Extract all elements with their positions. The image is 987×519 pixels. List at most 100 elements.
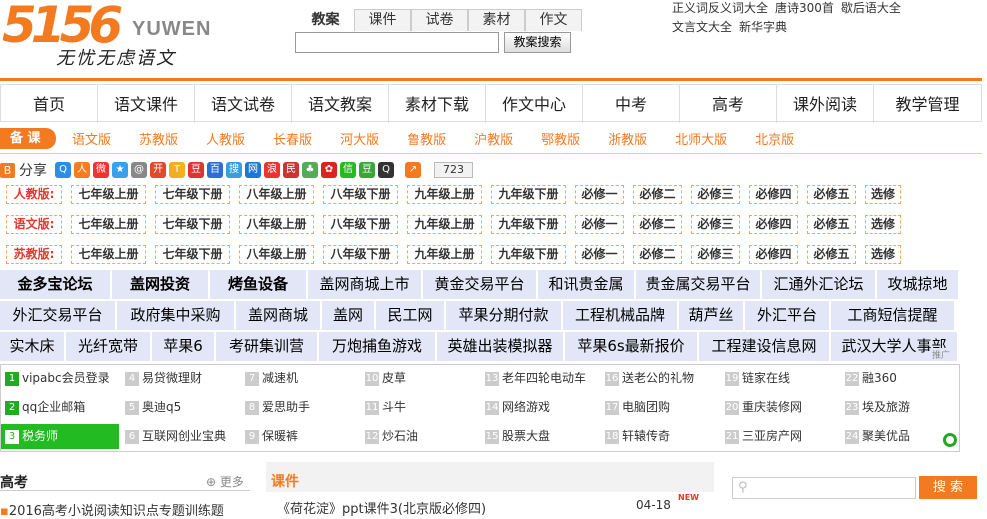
ad-link[interactable]: 工程建设信息网 — [699, 332, 831, 361]
wechat-icon[interactable]: 信 — [340, 162, 356, 178]
nav-item[interactable]: 语文教案 — [292, 85, 389, 123]
top-link[interactable]: 文言文大全 — [672, 20, 732, 34]
grade-link[interactable]: 必修二 — [633, 184, 682, 204]
grade-link[interactable]: 必修五 — [807, 244, 856, 264]
grade-link[interactable]: 九年级上册 — [407, 214, 482, 234]
grid-item[interactable]: 14 网络游戏 — [481, 395, 599, 420]
grade-link[interactable]: 选修 — [865, 244, 901, 264]
grid-item[interactable]: 20 重庆装修网 — [721, 395, 839, 420]
ad-link[interactable]: 万炮捕鱼游戏 — [319, 332, 437, 361]
doc-icon[interactable]: 豆 — [359, 162, 375, 178]
nav-item[interactable]: 素材下载 — [389, 85, 486, 123]
nav-item[interactable]: 中考 — [583, 85, 680, 123]
bottom-search-button[interactable]: 搜 索 — [919, 476, 977, 499]
ad-link[interactable]: 苹果分期付款 — [446, 301, 563, 330]
grid-item[interactable]: 15 股票大盘 — [481, 424, 599, 449]
ad-link[interactable]: 盖网投资 — [112, 270, 210, 299]
ad-link[interactable]: 和讯贵金属 — [538, 270, 636, 299]
search-button[interactable]: 教案搜索 — [504, 32, 571, 53]
qzone-icon[interactable]: Q — [55, 162, 71, 178]
edition-link[interactable]: 苏教版 — [139, 129, 178, 148]
grade-link[interactable]: 必修一 — [575, 244, 624, 264]
ad-link[interactable]: 实木床 — [0, 332, 66, 361]
ad-link[interactable]: 政府集中采购 — [117, 301, 236, 330]
nav-item[interactable]: 首页 — [1, 85, 98, 123]
top-link[interactable]: 歇后语大全 — [841, 1, 901, 15]
edition-link[interactable]: 鄂教版 — [541, 129, 580, 148]
grade-link[interactable]: 九年级下册 — [491, 184, 566, 204]
grade-link[interactable]: 必修四 — [749, 184, 798, 204]
edition-link[interactable]: 鲁教版 — [407, 129, 446, 148]
email-icon[interactable]: @ — [131, 162, 147, 178]
grade-link[interactable]: 九年级下册 — [491, 214, 566, 234]
tab-zuowen[interactable]: 作文 — [525, 9, 582, 31]
edition-link[interactable]: 语文版 — [72, 129, 111, 148]
grid-item[interactable]: 7 减速机 — [241, 366, 359, 391]
grid-item[interactable]: 4 易贷微理财 — [121, 366, 239, 391]
grade-link[interactable]: 必修一 — [575, 184, 624, 204]
grade-link[interactable]: 七年级下册 — [155, 214, 230, 234]
grade-link[interactable]: 八年级上册 — [239, 214, 314, 234]
grade-link[interactable]: 九年级下册 — [491, 244, 566, 264]
edition-link[interactable]: 河大版 — [340, 129, 379, 148]
tab-shijuan[interactable]: 试卷 — [411, 9, 468, 31]
ad-link[interactable]: 民工网 — [376, 301, 446, 330]
grid-item[interactable]: 3 税务师 — [1, 424, 119, 449]
sina-icon[interactable]: 浪 — [264, 162, 280, 178]
edition-link[interactable]: 长春版 — [273, 129, 312, 148]
edition-link[interactable]: 北京版 — [755, 129, 794, 148]
grade-link[interactable]: 选修 — [865, 184, 901, 204]
douban-icon[interactable]: 豆 — [188, 162, 204, 178]
grade-link[interactable]: 七年级上册 — [71, 214, 146, 234]
qq-icon[interactable]: Q — [378, 162, 394, 178]
search-input[interactable] — [295, 32, 499, 53]
ad-link[interactable]: 黄金交易平台 — [423, 270, 538, 299]
more-link[interactable]: ⊕ 更多 — [206, 473, 244, 490]
ad-link[interactable]: 英雄出装模拟器 — [437, 332, 565, 361]
grid-item[interactable]: 6 互联网创业宝典 — [121, 424, 239, 449]
grid-item[interactable]: 12 炒石油 — [361, 424, 479, 449]
grade-link[interactable]: 必修五 — [807, 184, 856, 204]
kaixin-icon[interactable]: 开 — [150, 162, 166, 178]
grade-link[interactable]: 八年级上册 — [239, 244, 314, 264]
grade-link[interactable]: 七年级上册 — [71, 184, 146, 204]
tab-jiaoan[interactable]: 教案 — [297, 9, 354, 31]
ad-link[interactable]: 外汇交易平台 — [0, 301, 117, 330]
edition-link[interactable]: 人教版 — [206, 129, 245, 148]
grid-item[interactable]: 24 聚美优品 — [841, 424, 957, 449]
grid-item[interactable]: 5 奥迪q5 — [121, 395, 239, 420]
nav-item[interactable]: 作文中心 — [486, 85, 583, 123]
top-link[interactable]: 正义词反义词大全 — [672, 1, 768, 15]
renren-icon[interactable]: 人 — [74, 162, 90, 178]
ad-link[interactable]: 工程机械品牌 — [563, 301, 679, 330]
grade-link[interactable]: 必修四 — [749, 214, 798, 234]
grid-item[interactable]: 10 皮草 — [361, 366, 479, 391]
more-share-icon[interactable]: ↗ — [405, 162, 421, 178]
baidu-icon[interactable]: 百 — [207, 162, 223, 178]
ad-link[interactable]: 光纤宽带 — [66, 332, 152, 361]
ad-link[interactable]: 盖网商城上市 — [308, 270, 423, 299]
ad-link[interactable]: 葫芦丝 — [679, 301, 745, 330]
grade-link[interactable]: 必修二 — [633, 244, 682, 264]
grade-link[interactable]: 必修三 — [691, 244, 740, 264]
grade-link[interactable]: 必修一 — [575, 214, 624, 234]
grid-item[interactable]: 8 爱思助手 — [241, 395, 359, 420]
nav-item[interactable]: 语文试卷 — [195, 85, 292, 123]
grade-link[interactable]: 必修四 — [749, 244, 798, 264]
grid-item[interactable]: 22 融360 — [841, 366, 957, 391]
grid-item[interactable]: 9 保暖裤 — [241, 424, 359, 449]
grid-item[interactable]: 19 链家在线 — [721, 366, 839, 391]
top-link[interactable]: 唐诗300首 — [775, 1, 834, 15]
grid-item[interactable]: 11 斗牛 — [361, 395, 479, 420]
tieba-icon[interactable]: T — [169, 162, 185, 178]
grade-link[interactable]: 选修 — [865, 214, 901, 234]
grade-link[interactable]: 必修五 — [807, 214, 856, 234]
grade-link[interactable]: 八年级下册 — [323, 244, 398, 264]
ad-link[interactable]: 工商短信提醒 — [831, 301, 956, 330]
ad-link[interactable]: 盖网 — [322, 301, 376, 330]
top-link[interactable]: 新华字典 — [739, 20, 787, 34]
ad-link[interactable]: 苹果6s最新报价 — [565, 332, 699, 361]
weibo-icon[interactable]: 微 — [93, 162, 109, 178]
edition-link[interactable]: 北师大版 — [675, 129, 727, 148]
grid-item[interactable]: 18 轩辕传奇 — [601, 424, 719, 449]
